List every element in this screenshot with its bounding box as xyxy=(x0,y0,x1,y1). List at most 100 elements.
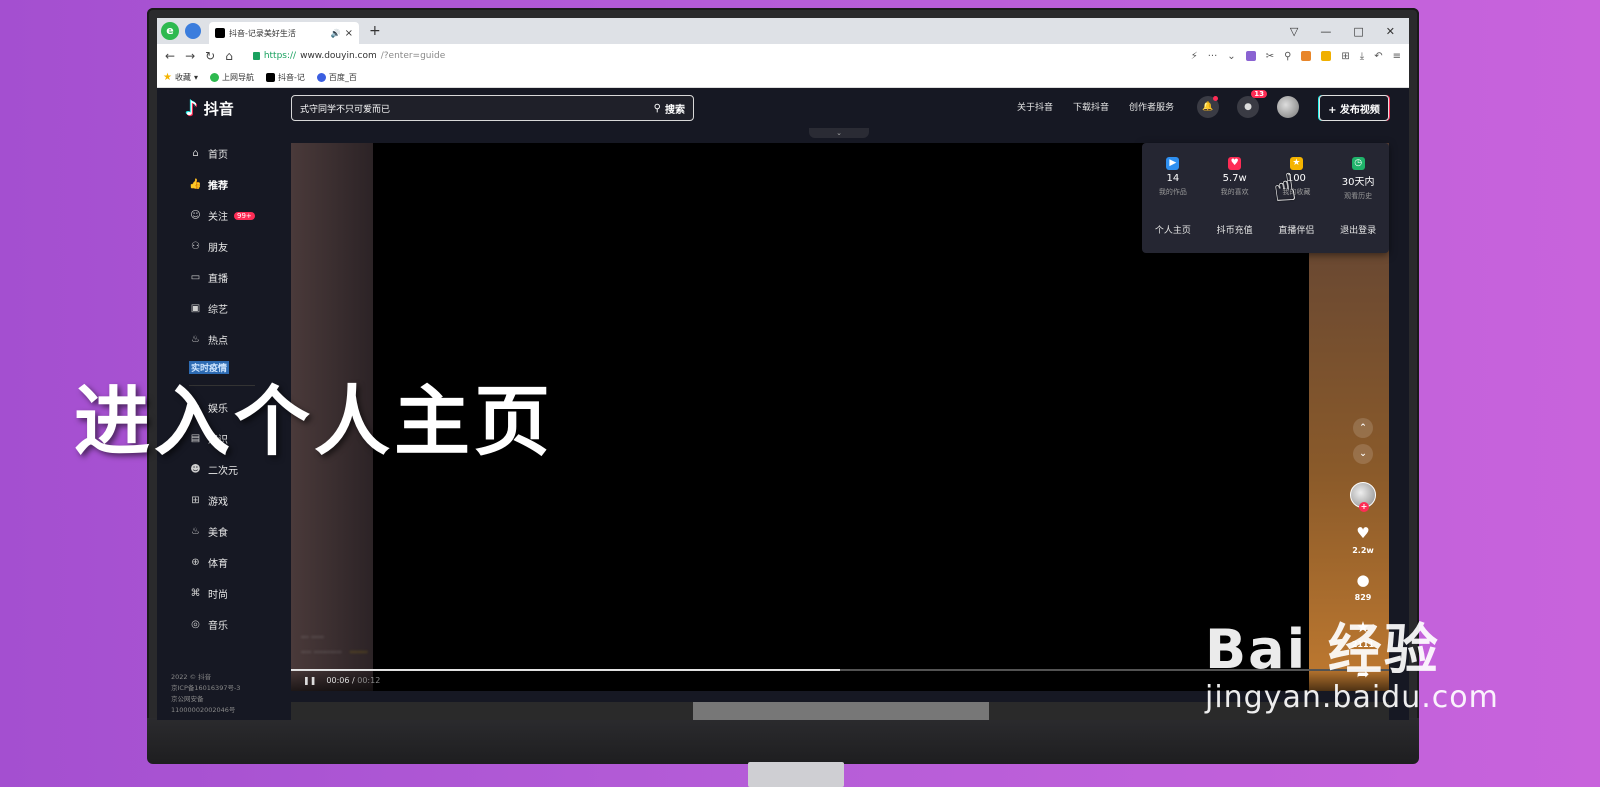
like-button[interactable]: ♥ 2.2w xyxy=(1352,524,1374,555)
collapse-toggle[interactable]: ⌄ xyxy=(809,128,869,138)
sidebar-footer: 2022 © 抖音 京ICP备16016397号-3 京公网安备 1100000… xyxy=(171,672,240,716)
comment-icon: ● xyxy=(1356,571,1370,589)
back-icon[interactable]: ← xyxy=(165,49,175,63)
follow-plus-icon[interactable]: + xyxy=(1359,502,1369,512)
sidebar-item-live[interactable]: ▭ 直播 xyxy=(157,262,271,293)
close-tab-icon[interactable]: × xyxy=(345,28,353,39)
forward-icon[interactable]: → xyxy=(185,49,195,63)
grid-icon[interactable]: ⊞ xyxy=(1341,51,1349,62)
lock-icon xyxy=(252,52,260,60)
sidebar-item-food[interactable]: ♨ 美食 xyxy=(157,516,271,547)
more-icon[interactable]: ··· xyxy=(1208,51,1218,62)
address-bar: ← → ↻ ⌂ https://www.douyin.com/?enter=gu… xyxy=(157,44,1409,68)
watermark-brand: Bai 经验 xyxy=(1205,618,1440,681)
extension-icon[interactable] xyxy=(1245,51,1256,61)
search-icon: ⚲ xyxy=(653,102,661,114)
music-icon: ◎ xyxy=(191,619,200,630)
sidebar-item-sports[interactable]: ⊕ 体育 xyxy=(157,547,271,578)
bookmark-nav[interactable]: 上网导航 xyxy=(209,72,254,83)
bookmark-baidu[interactable]: 百度_百 xyxy=(316,72,357,83)
like-count: 2.2w xyxy=(1352,546,1374,555)
bookmark-label: 上网导航 xyxy=(221,73,254,82)
sidebar-item-fire[interactable]: ♨ 热点 xyxy=(157,324,271,355)
publish-video-button[interactable]: + 发布视频 xyxy=(1319,95,1389,121)
pause-icon[interactable]: ❚❚ xyxy=(303,676,316,685)
nav-link-creator[interactable]: 创作者服务 xyxy=(1129,100,1174,113)
bookmark-label: 收藏 xyxy=(174,73,191,82)
download-icon[interactable]: ⤓ xyxy=(1360,51,1364,62)
stat-label: 我的喜欢 xyxy=(1220,188,1249,196)
stat-heart[interactable]: ♥ 5.7w 我的喜欢 xyxy=(1205,157,1265,201)
scissors-icon[interactable]: ✂ xyxy=(1266,51,1274,62)
search-box[interactable]: 式守同学不只可爱而已 ⚲ 搜索 xyxy=(291,95,694,121)
video-time: 00:06 / 00:12 xyxy=(326,675,381,685)
top-nav: ♪ 抖音 式守同学不只可爱而已 ⚲ 搜索 关于抖音 下载抖音 创作者服务 🔔 ●… xyxy=(157,88,1409,138)
minimize-icon[interactable]: — xyxy=(1320,25,1331,38)
sidebar-item-label: 综艺 xyxy=(208,305,228,316)
maximize-icon[interactable]: □ xyxy=(1353,25,1363,38)
sidebar-item-game[interactable]: ⊞ 游戏 xyxy=(157,485,271,516)
sidebar-item-music[interactable]: ◎ 音乐 xyxy=(157,609,271,640)
tab-title: 抖音-记录美好生活 xyxy=(229,28,296,38)
stat-play[interactable]: ▶ 14 我的作品 xyxy=(1143,157,1203,201)
fashion-icon: ⌘ xyxy=(190,588,201,599)
close-window-icon[interactable]: ✕ xyxy=(1386,25,1395,38)
notification-dot xyxy=(1213,96,1218,101)
menu-item-logout[interactable]: 退出登录 xyxy=(1340,223,1376,236)
bookmarks-bar: ★ 收藏 ▾ 上网导航 抖音-记 百度_百 xyxy=(157,68,1409,88)
menu-item-live-companion[interactable]: 直播伴侣 xyxy=(1278,223,1314,236)
stat-clock[interactable]: ◷ 30天内 观看历史 xyxy=(1328,157,1388,201)
undo-icon[interactable]: ↶ xyxy=(1374,51,1382,62)
lightning-icon[interactable]: ⚡ xyxy=(1191,51,1198,62)
next-video-button[interactable]: ⌄ xyxy=(1353,444,1373,464)
sidebar-item-home[interactable]: ⌂ 首页 xyxy=(157,138,271,169)
menu-icon[interactable]: ≡ xyxy=(1393,51,1401,62)
fox-extension-icon[interactable] xyxy=(1301,51,1312,61)
search-button[interactable]: ⚲ 搜索 xyxy=(654,101,685,116)
prev-video-button[interactable]: ⌃ xyxy=(1353,418,1373,438)
shirt-icon[interactable]: ▽ xyxy=(1290,25,1298,38)
new-tab-button[interactable]: + xyxy=(369,23,381,39)
video-caption: ··· ····· ···· ··········· ······· xyxy=(301,633,368,657)
shield-extension-icon[interactable] xyxy=(1321,51,1332,61)
nav-link-about[interactable]: 关于抖音 xyxy=(1017,100,1053,113)
comment-count: 829 xyxy=(1354,593,1372,602)
menu-item-recharge[interactable]: 抖币充值 xyxy=(1217,223,1253,236)
url-field[interactable]: https://www.douyin.com/?enter=guide xyxy=(252,51,445,61)
chevron-down-icon[interactable]: ⌄ xyxy=(1227,51,1235,62)
comment-button[interactable]: ● 829 xyxy=(1355,571,1372,602)
douyin-logo[interactable]: ♪ 抖音 xyxy=(185,96,291,120)
bookmark-douyin[interactable]: 抖音-记 xyxy=(265,72,305,83)
nav-link-download[interactable]: 下载抖音 xyxy=(1073,100,1109,113)
footer-police[interactable]: 京公网安备 xyxy=(171,694,240,705)
sidebar-item-label: 美食 xyxy=(208,528,228,539)
author-avatar[interactable]: + xyxy=(1350,482,1376,512)
sidebar-item-label: 时尚 xyxy=(208,590,228,601)
url-scheme: https:// xyxy=(263,51,297,61)
menu-item-profile[interactable]: 个人主页 xyxy=(1155,223,1191,236)
food-icon: ♨ xyxy=(191,526,200,537)
sidebar-item-follow[interactable]: ☺ 关注 99+ xyxy=(157,200,271,231)
home-browser-icon[interactable]: ⌂ xyxy=(225,49,233,63)
search-input[interactable]: 式守同学不只可爱而已 xyxy=(300,102,654,115)
bookmark-favorites[interactable]: ★ 收藏 ▾ xyxy=(163,72,198,83)
sports-icon: ⊕ xyxy=(191,557,200,568)
search-tool-icon[interactable]: ⚲ xyxy=(1284,51,1291,62)
browser-tab[interactable]: 抖音-记录美好生活 🔊 × xyxy=(209,22,359,44)
bookmark-label: 抖音-记 xyxy=(277,73,305,82)
live-icon: ▭ xyxy=(190,272,201,283)
toolbar-extensions: ⚡ ··· ⌄ ✂ ⚲ ⊞ ⤓ ↶ ≡ xyxy=(1191,51,1401,62)
footer-icp[interactable]: 京ICP备16016397号-3 xyxy=(171,683,240,694)
monitor-stand xyxy=(748,762,844,787)
sidebar-item-thumb-up[interactable]: 👍 推荐 xyxy=(157,169,271,200)
pinned-tab-icon[interactable] xyxy=(185,23,201,39)
sidebar-item-label: 推荐 xyxy=(208,181,228,192)
sidebar-item-friends[interactable]: ⚇ 朋友 xyxy=(157,231,271,262)
speaker-icon[interactable]: 🔊 xyxy=(331,29,341,38)
message-button[interactable]: ● 13 xyxy=(1237,90,1267,118)
notification-button[interactable]: 🔔 xyxy=(1197,96,1219,118)
sidebar-item-fashion[interactable]: ⌘ 时尚 xyxy=(157,578,271,609)
user-avatar[interactable] xyxy=(1277,96,1299,118)
reload-icon[interactable]: ↻ xyxy=(205,49,215,63)
sidebar-item-variety[interactable]: ▣ 综艺 xyxy=(157,293,271,324)
